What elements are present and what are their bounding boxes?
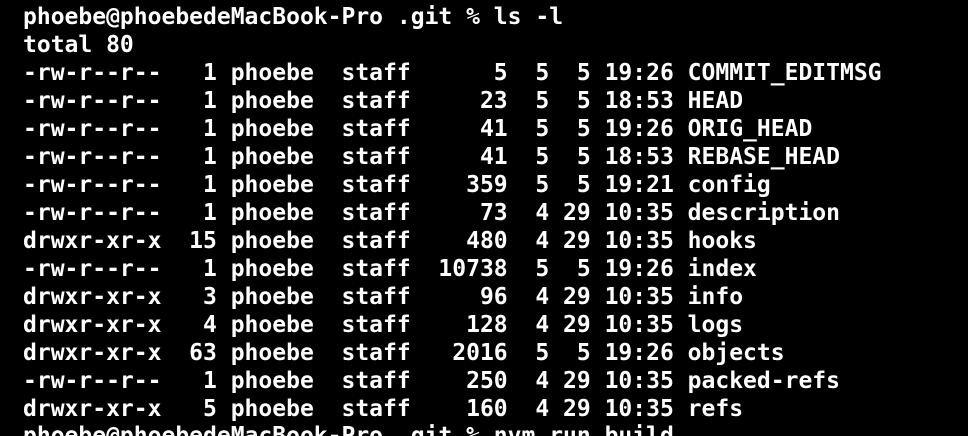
- file-entry-rebase-head: -rw-r--r-- 1 phoebe staff 41 5 5 18:53 R…: [23, 144, 840, 170]
- file-entry-head: -rw-r--r-- 1 phoebe staff 23 5 5 18:53 H…: [23, 88, 744, 114]
- file-entry-index: -rw-r--r-- 1 phoebe staff 10738 5 5 19:2…: [23, 256, 757, 282]
- file-entry-logs: drwxr-xr-x 4 phoebe staff 128 4 29 10:35…: [23, 312, 744, 338]
- file-entry-info: drwxr-xr-x 3 phoebe staff 96 4 29 10:35 …: [23, 284, 744, 310]
- file-entry-config: -rw-r--r-- 1 phoebe staff 359 5 5 19:21 …: [23, 172, 771, 198]
- file-entry-hooks: drwxr-xr-x 15 phoebe staff 480 4 29 10:3…: [23, 228, 757, 254]
- file-entry-refs: drwxr-xr-x 5 phoebe staff 160 4 29 10:35…: [23, 396, 744, 422]
- file-entry-commit-editmsg: -rw-r--r-- 1 phoebe staff 5 5 5 19:26 CO…: [23, 60, 882, 86]
- command-prompt-line-next: phoebe@phoebedeMacBook-Pro .git % nvm ru…: [23, 423, 674, 436]
- file-entry-description: -rw-r--r-- 1 phoebe staff 73 4 29 10:35 …: [23, 200, 840, 226]
- file-entry-objects: drwxr-xr-x 63 phoebe staff 2016 5 5 19:2…: [23, 340, 785, 366]
- command-prompt-line: phoebe@phoebedeMacBook-Pro .git % ls -l: [23, 4, 564, 30]
- total-line: total 80: [23, 32, 134, 58]
- file-entry-packed-refs: -rw-r--r-- 1 phoebe staff 250 4 29 10:35…: [23, 368, 840, 394]
- terminal-window[interactable]: phoebe@phoebedeMacBook-Pro .git % ls -l …: [0, 0, 968, 436]
- file-entry-orig-head: -rw-r--r-- 1 phoebe staff 41 5 5 19:26 O…: [23, 116, 813, 142]
